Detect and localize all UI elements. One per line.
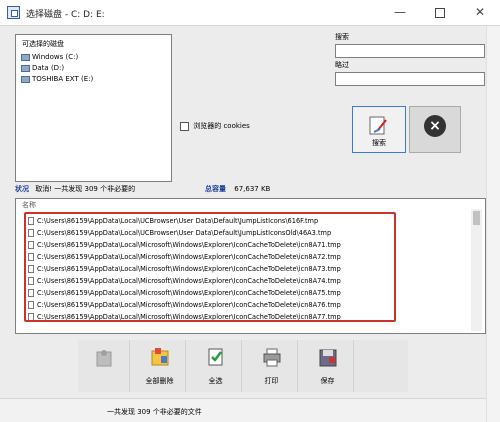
file-icon — [28, 289, 34, 297]
file-path: C:\Users\86159\AppData\Local\UCBrowser\U… — [37, 229, 332, 237]
list-item[interactable]: C:\Users\86159\AppData\Local\Microsoft\W… — [28, 263, 341, 275]
print-label: 打印 — [264, 377, 279, 385]
file-path: C:\Users\86159\AppData\Local\UCBrowser\U… — [37, 217, 319, 225]
status-label: 状况 — [15, 185, 29, 193]
delete-all-button[interactable]: 全部删除 — [134, 340, 186, 392]
clean-button[interactable] — [78, 340, 130, 392]
list-item[interactable]: C:\Users\86159\AppData\Local\Microsoft\W… — [28, 311, 341, 323]
search-button-label: 搜索 — [372, 139, 386, 147]
file-path: C:\Users\86159\AppData\Local\Microsoft\W… — [37, 289, 341, 297]
list-item[interactable]: C:\Users\86159\AppData\Local\Microsoft\W… — [28, 287, 341, 299]
status-message: 取消! 一共发现 309 个非必要的 — [35, 185, 136, 193]
save-button[interactable]: 保存 — [302, 340, 354, 392]
list-item[interactable]: C:\Users\86159\AppData\Local\Microsoft\W… — [28, 275, 341, 287]
search-icon — [369, 116, 387, 135]
drive-icon — [21, 54, 30, 61]
file-icon — [28, 253, 34, 261]
file-path: C:\Users\86159\AppData\Local\Microsoft\W… — [37, 241, 341, 249]
delete-all-label: 全部删除 — [145, 377, 174, 385]
select-all-label: 全选 — [208, 377, 223, 385]
drive-item-label: TOSHIBA EXT (E:) — [32, 75, 94, 83]
title-bar: 选择磁盘 - C: D: E: — ✕ — [0, 0, 500, 26]
print-button[interactable]: 打印 — [246, 340, 298, 392]
skip-label: 略过 — [335, 61, 349, 69]
drive-item-label: Data (D:) — [32, 64, 65, 72]
list-item[interactable]: C:\Users\86159\AppData\Local\Microsoft\W… — [28, 251, 341, 263]
drive-list-caption: 可选择的磁盘 — [22, 40, 64, 48]
maximize-button[interactable] — [420, 0, 460, 26]
maximize-icon — [435, 8, 445, 18]
status-line: 状况 取消! 一共发现 309 个非必要的 — [15, 184, 135, 196]
file-path: C:\Users\86159\AppData\Local\Microsoft\W… — [37, 265, 341, 273]
app-icon — [7, 6, 20, 19]
drive-list[interactable]: 可选择的磁盘 Windows (C:) Data (D:) TOSHIBA EX… — [15, 34, 172, 182]
save-icon — [319, 349, 337, 367]
drive-item-d[interactable]: Data (D:) — [20, 63, 64, 74]
file-path: C:\Users\86159\AppData\Local\Microsoft\W… — [37, 301, 341, 309]
file-icon — [28, 241, 34, 249]
close-circle-icon: × — [424, 115, 446, 137]
drive-item-label: Windows (C:) — [32, 53, 79, 61]
file-icon — [28, 217, 34, 225]
total-size-value: 67,637 KB — [234, 185, 271, 193]
status-bar: 一共发现 309 个非必要的文件 — [0, 398, 486, 422]
select-all-button[interactable]: 全选 — [190, 340, 242, 392]
action-toolbar: 全部删除 全选 打印 保存 — [78, 340, 408, 392]
skip-input[interactable] — [335, 72, 485, 86]
list-item[interactable]: C:\Users\86159\AppData\Local\Microsoft\W… — [28, 239, 341, 251]
drive-item-e[interactable]: TOSHIBA EXT (E:) — [20, 74, 93, 85]
results-scrollbar[interactable] — [471, 209, 482, 331]
drive-icon — [21, 76, 30, 83]
main-panel: 可选择的磁盘 Windows (C:) Data (D:) TOSHIBA EX… — [0, 26, 486, 422]
file-path: C:\Users\86159\AppData\Local\Microsoft\W… — [37, 313, 341, 321]
list-item[interactable]: C:\Users\86159\AppData\Local\UCBrowser\U… — [28, 215, 318, 227]
minimize-button[interactable]: — — [380, 0, 420, 26]
cookies-option[interactable]: 浏览器的 cookies — [180, 121, 250, 133]
save-label: 保存 — [320, 377, 335, 385]
select-all-icon — [208, 348, 223, 366]
window-title: 选择磁盘 - C: D: E: — [26, 10, 105, 20]
search-input[interactable] — [335, 44, 485, 58]
search-label: 搜索 — [335, 33, 349, 41]
file-path: C:\Users\86159\AppData\Local\Microsoft\W… — [37, 253, 341, 261]
file-icon — [28, 265, 34, 273]
total-size: 总容量 67,637 KB — [205, 184, 270, 194]
list-item[interactable]: C:\Users\86159\AppData\Local\UCBrowser\U… — [28, 227, 331, 239]
results-list[interactable]: 名称 C:\Users\86159\AppData\Local\UCBrowse… — [15, 198, 486, 334]
total-size-label: 总容量 — [205, 185, 226, 193]
cookies-label: 浏览器的 cookies — [193, 122, 250, 130]
clean-icon — [96, 350, 112, 367]
file-path: C:\Users\86159\AppData\Local\Microsoft\W… — [37, 277, 341, 285]
file-icon — [28, 277, 34, 285]
file-icon — [28, 301, 34, 309]
search-button[interactable]: 搜索 — [352, 106, 406, 153]
window-scrollbar[interactable] — [486, 26, 500, 422]
drive-item-c[interactable]: Windows (C:) — [20, 52, 78, 63]
delete-all-icon — [151, 348, 169, 366]
file-icon — [28, 229, 34, 237]
close-button[interactable]: ✕ — [460, 0, 500, 26]
drive-icon — [21, 65, 30, 72]
printer-icon — [263, 348, 281, 367]
list-item[interactable]: C:\Users\86159\AppData\Local\Microsoft\W… — [28, 299, 341, 311]
status-bar-text: 一共发现 309 个非必要的文件 — [107, 408, 202, 416]
file-icon — [28, 313, 34, 321]
stop-button[interactable]: × — [409, 106, 461, 153]
scrollbar-thumb[interactable] — [473, 211, 480, 225]
column-header-name[interactable]: 名称 — [22, 200, 36, 210]
cookies-checkbox[interactable] — [180, 121, 189, 131]
